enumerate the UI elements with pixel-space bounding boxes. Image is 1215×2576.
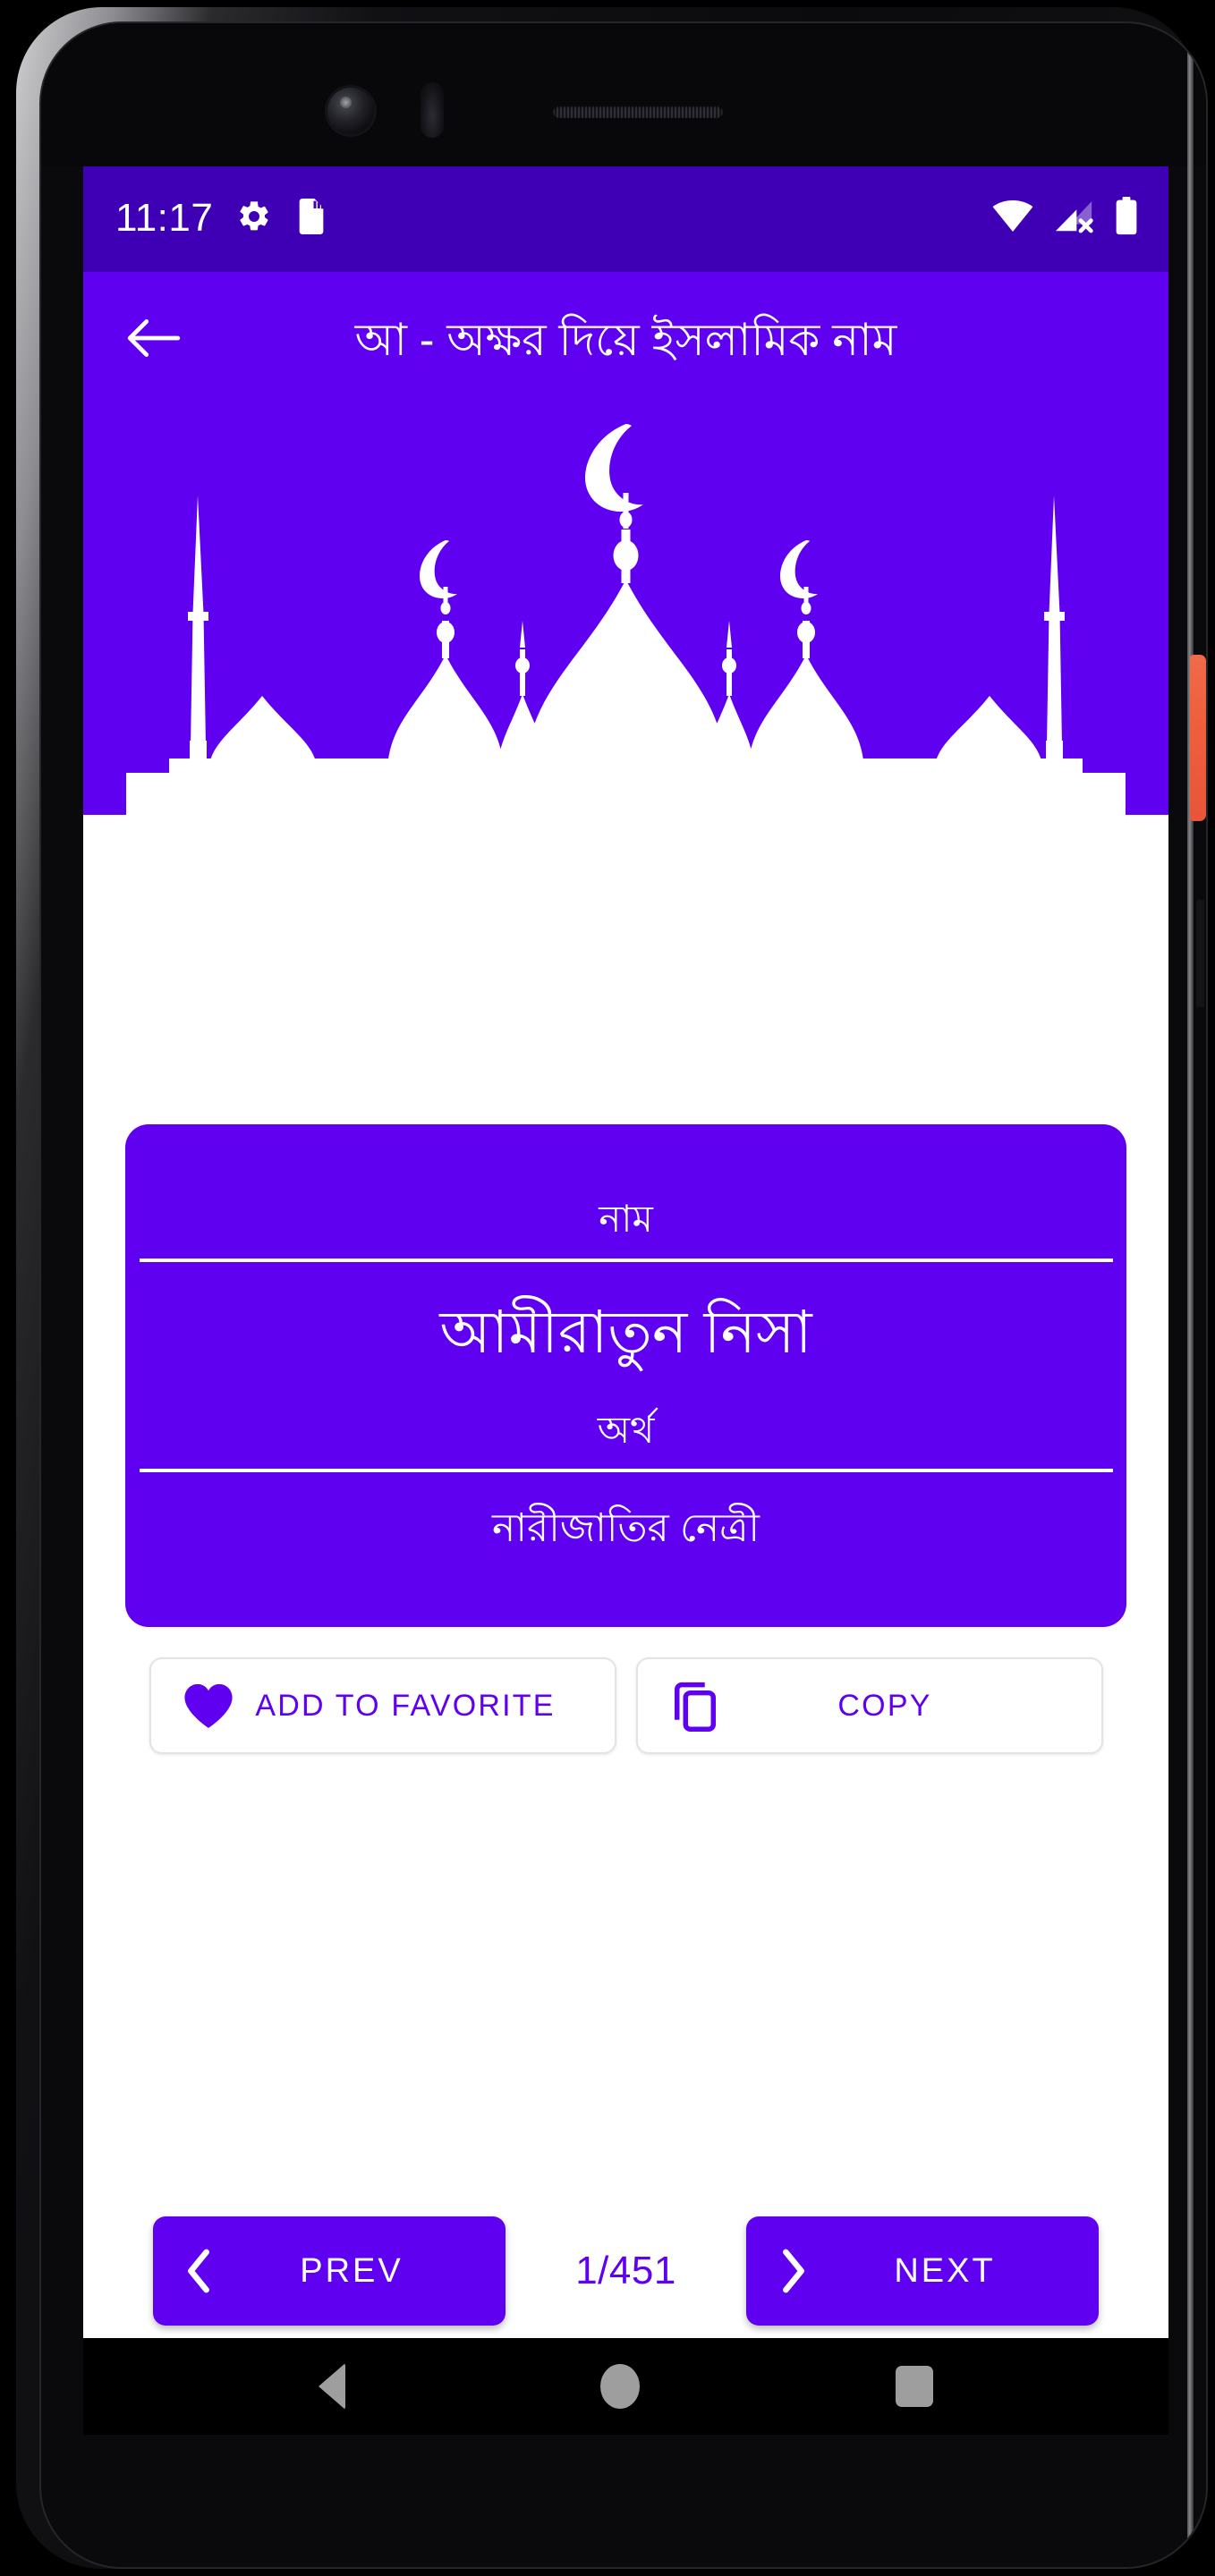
next-button[interactable]: NEXT [746, 2216, 1099, 2326]
status-bar-right [991, 196, 1138, 241]
add-to-favorite-button[interactable]: ADD TO FAVORITE [149, 1657, 616, 1754]
device-sensor-band [41, 23, 1206, 166]
meaning-value: নারীজাতির নেত্রী [492, 1506, 760, 1551]
sd-card-icon [295, 198, 327, 239]
add-to-favorite-label: ADD TO FAVORITE [255, 1688, 556, 1723]
status-bar-left: 11:17 [115, 196, 327, 240]
front-camera-icon [327, 88, 374, 134]
action-button-row: ADD TO FAVORITE COPY [149, 1657, 1103, 1754]
cellular-no-sim-icon [1054, 199, 1095, 239]
chevron-right-icon [746, 2249, 839, 2293]
pager-bar: PREV 1/451 NEXT [83, 2204, 1168, 2338]
device-screen: 11:17 আ - অক্ষর দিয়ে ইসলামিক নাম নাম আম… [83, 165, 1168, 2435]
main-content: নাম আমীরাতুন নিসা অর্থ নারীজাতির নেত্রী [83, 815, 1168, 2435]
power-button[interactable] [1190, 655, 1206, 821]
square-recents-icon[interactable] [896, 2366, 934, 2407]
volume-button[interactable] [1196, 900, 1204, 1007]
proximity-sensor-icon [421, 82, 444, 138]
chevron-left-icon [153, 2249, 246, 2293]
phone-body: 11:17 আ - অক্ষর দিয়ে ইসলামিক নাম নাম আম… [39, 21, 1208, 2569]
prev-label: PREV [300, 2251, 404, 2290]
page-title: আ - অক্ষর দিয়ে ইসলামিক নাম [354, 314, 897, 365]
status-bar: 11:17 [83, 165, 1168, 272]
name-value: আমীরাতুন নিসা [439, 1298, 812, 1365]
copy-button[interactable]: COPY [636, 1657, 1103, 1754]
earpiece-speaker [553, 106, 723, 118]
circle-home-icon[interactable] [600, 2364, 641, 2409]
name-card: নাম আমীরাতুন নিসা অর্থ নারীজাতির নেত্রী [125, 1124, 1126, 1627]
mosque-silhouette-icon [126, 424, 1126, 815]
battery-icon [1115, 196, 1138, 241]
copy-label: COPY [837, 1688, 932, 1723]
wifi-icon [991, 199, 1034, 239]
next-label: NEXT [894, 2251, 996, 2290]
meaning-label: অর্থ [597, 1408, 655, 1451]
copy-icon [654, 1678, 736, 1733]
page-counter: 1/451 [575, 2249, 676, 2292]
gear-icon [236, 199, 272, 239]
meaning-divider [139, 1469, 1113, 1473]
device-side-rail [1187, 23, 1194, 2567]
arrow-left-icon [126, 317, 182, 364]
name-label: নাম [599, 1198, 653, 1241]
mosque-banner [83, 408, 1168, 815]
app-bar: আ - অক্ষর দিয়ে ইসলামিক নাম [83, 272, 1168, 408]
system-navigation-bar [83, 2338, 1168, 2435]
name-divider [139, 1258, 1113, 1262]
screenshot-stage: 11:17 আ - অক্ষর দিয়ে ইসলামিক নাম নাম আম… [0, 0, 1215, 2576]
back-button[interactable] [119, 305, 189, 375]
phone-frame-outer: 11:17 আ - অক্ষর দিয়ে ইসলামিক নাম নাম আম… [16, 7, 1208, 2569]
triangle-back-icon[interactable] [318, 2363, 345, 2410]
status-time: 11:17 [115, 196, 214, 240]
prev-button[interactable]: PREV [153, 2216, 506, 2326]
heart-icon [167, 1682, 250, 1730]
